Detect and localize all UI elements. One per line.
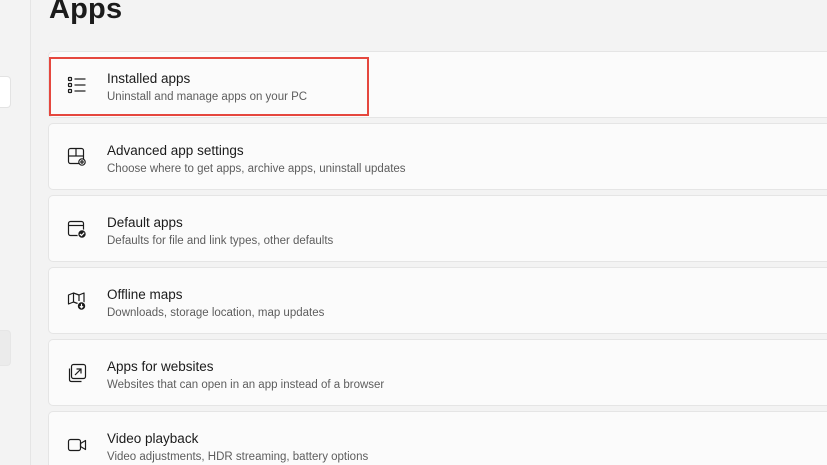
- default-apps-icon: [66, 218, 88, 240]
- installed-apps-label: Installed apps: [107, 71, 191, 86]
- offline-maps-item[interactable]: Offline maps Downloads, storage location…: [48, 267, 827, 334]
- settings-window: Apps Installed apps Uninstall and manage…: [0, 0, 827, 465]
- advanced-app-settings-description: Choose where to get apps, archive apps, …: [107, 163, 406, 175]
- page-title: Apps: [49, 0, 123, 25]
- list-icon: [66, 74, 88, 96]
- video-playback-item[interactable]: Video playback Video adjustments, HDR st…: [48, 411, 827, 465]
- open-external-icon: [66, 362, 88, 384]
- offline-map-icon: [66, 290, 88, 312]
- apps-for-websites-item[interactable]: Apps for websites Websites that can open…: [48, 339, 827, 406]
- content-divider: [30, 0, 31, 465]
- offline-maps-description: Downloads, storage location, map updates: [107, 307, 325, 319]
- settings-list: Installed apps Uninstall and manage apps…: [48, 51, 827, 465]
- sidebar-search-box-edge[interactable]: [0, 76, 11, 108]
- video-playback-description: Video adjustments, HDR streaming, batter…: [107, 451, 369, 463]
- video-camera-icon: [66, 434, 88, 456]
- sidebar-selected-item-edge[interactable]: [0, 330, 11, 366]
- apps-for-websites-description: Websites that can open in an app instead…: [107, 379, 385, 391]
- apps-for-websites-label: Apps for websites: [107, 359, 214, 374]
- installed-apps-description: Uninstall and manage apps on your PC: [107, 91, 308, 103]
- advanced-app-settings-item[interactable]: Advanced app settings Choose where to ge…: [48, 123, 827, 190]
- video-playback-label: Video playback: [107, 431, 199, 446]
- installed-apps-item[interactable]: Installed apps Uninstall and manage apps…: [48, 51, 827, 118]
- default-apps-description: Defaults for file and link types, other …: [107, 235, 334, 247]
- offline-maps-label: Offline maps: [107, 287, 183, 302]
- app-settings-icon: [66, 146, 88, 168]
- default-apps-label: Default apps: [107, 215, 183, 230]
- advanced-app-settings-label: Advanced app settings: [107, 143, 244, 158]
- default-apps-item[interactable]: Default apps Defaults for file and link …: [48, 195, 827, 262]
